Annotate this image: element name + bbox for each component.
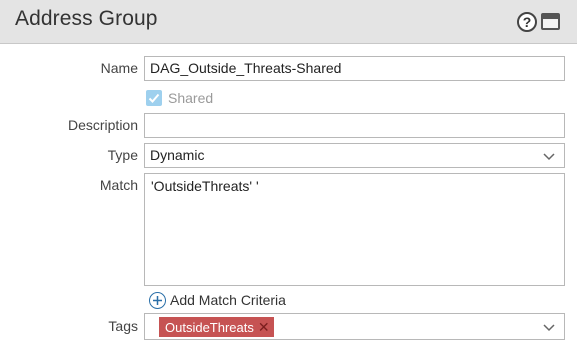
type-select[interactable]: Dynamic bbox=[144, 143, 565, 168]
type-value: Dynamic bbox=[150, 147, 205, 163]
add-match-criteria-label: Add Match Criteria bbox=[170, 292, 286, 308]
dialog-header: Address Group ? bbox=[0, 0, 577, 44]
tag-chip: OutsideThreats ✕ bbox=[159, 317, 274, 337]
name-input[interactable]: DAG_Outside_Threats-Shared bbox=[144, 56, 565, 81]
description-label: Description bbox=[67, 117, 138, 133]
name-label: Name bbox=[100, 60, 138, 76]
checkmark-icon bbox=[148, 93, 160, 103]
tags-select[interactable]: OutsideThreats ✕ bbox=[144, 313, 565, 340]
plus-circle-icon bbox=[149, 291, 166, 309]
add-match-criteria-button[interactable]: Add Match Criteria bbox=[149, 291, 286, 309]
tag-chip-label: OutsideThreats bbox=[165, 320, 254, 335]
shared-label: Shared bbox=[168, 90, 214, 106]
close-icon[interactable]: ✕ bbox=[258, 319, 270, 335]
description-input[interactable] bbox=[144, 113, 565, 138]
type-label: Type bbox=[107, 147, 138, 163]
shared-checkbox[interactable] bbox=[146, 90, 162, 106]
window-icon[interactable] bbox=[541, 13, 560, 30]
chevron-down-icon bbox=[543, 324, 555, 332]
help-icon[interactable]: ? bbox=[517, 12, 537, 32]
dialog-title: Address Group bbox=[15, 7, 158, 30]
match-textarea[interactable]: 'OutsideThreats' ' bbox=[144, 173, 565, 286]
match-label: Match bbox=[99, 177, 138, 193]
chevron-down-icon bbox=[543, 153, 555, 161]
tags-label: Tags bbox=[108, 318, 138, 334]
